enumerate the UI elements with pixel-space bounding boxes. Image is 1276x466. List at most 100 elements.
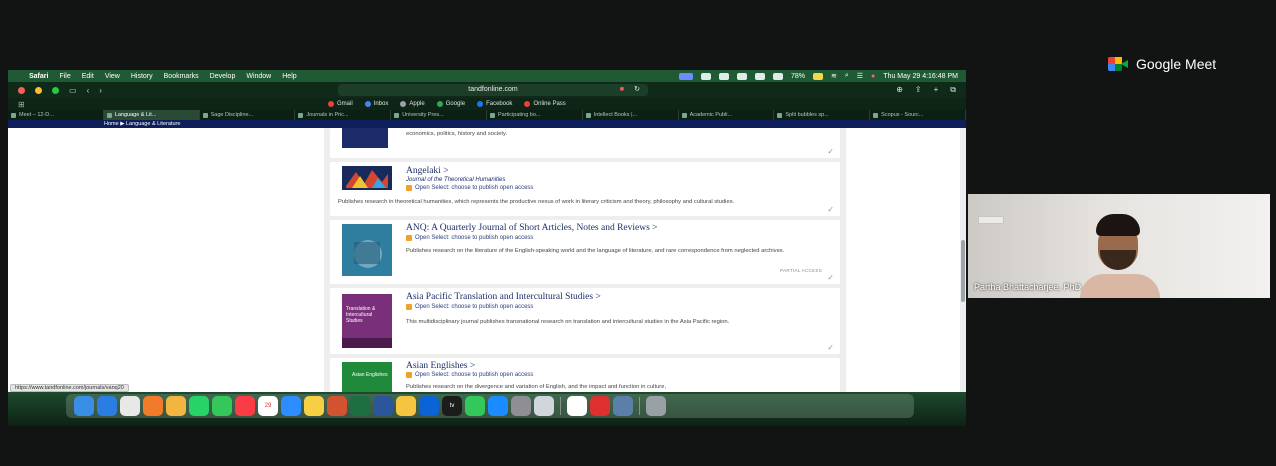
favorite-link[interactable]: Gmail bbox=[328, 101, 353, 107]
appletv-icon[interactable]: tv bbox=[442, 396, 462, 416]
journal-cover[interactable]: Translation & Intercultural Studies bbox=[338, 294, 396, 348]
journal-title-link[interactable]: Asia Pacific Translation and Intercultur… bbox=[406, 292, 601, 302]
control-center-icon[interactable]: ☰ bbox=[857, 72, 863, 80]
grid-icon[interactable]: ⊞ bbox=[18, 100, 25, 109]
journal-cover[interactable] bbox=[338, 224, 396, 276]
browser-tab[interactable]: Language & Lit... bbox=[103, 110, 200, 120]
finder-icon[interactable] bbox=[74, 396, 94, 416]
powerpoint-icon[interactable] bbox=[327, 396, 347, 416]
menu-window[interactable]: Window bbox=[246, 73, 271, 80]
browser-tab[interactable]: Academic Publi... bbox=[679, 110, 775, 120]
breadcrumb[interactable]: Home ▶ Language & Literature bbox=[104, 120, 180, 128]
favorite-link[interactable]: Apple bbox=[400, 101, 425, 107]
outlook-icon[interactable] bbox=[419, 396, 439, 416]
zoom-icon[interactable] bbox=[281, 396, 301, 416]
share-icon[interactable]: ⇪ bbox=[915, 85, 922, 95]
browser-tab[interactable]: Scopus - Sourc... bbox=[870, 110, 966, 120]
journal-title-link[interactable]: Asian Englishes > bbox=[406, 361, 475, 371]
favorite-link[interactable]: Google bbox=[436, 101, 465, 107]
favorite-link[interactable]: Inbox bbox=[364, 101, 388, 107]
journal-card[interactable]: ANQ: A Quarterly Journal of Short Articl… bbox=[330, 220, 840, 284]
siri-icon[interactable]: ● bbox=[871, 73, 875, 80]
journal-cover[interactable] bbox=[338, 166, 396, 190]
privacy-icon[interactable]: ■ bbox=[620, 84, 624, 96]
zoom-window-button[interactable] bbox=[52, 86, 59, 94]
menu-view[interactable]: View bbox=[105, 73, 120, 80]
favorite-link[interactable]: Online Pass bbox=[524, 101, 566, 107]
menu-bookmarks[interactable]: Bookmarks bbox=[164, 73, 199, 80]
reload-icon[interactable]: ↻ bbox=[634, 84, 640, 96]
cloud-icon[interactable] bbox=[700, 72, 711, 80]
bluetooth-icon[interactable] bbox=[772, 72, 783, 80]
menubar-clock[interactable]: Thu May 29 4:16:48 PM bbox=[883, 73, 958, 80]
new-tab-icon[interactable]: + bbox=[934, 85, 939, 95]
menu-edit[interactable]: Edit bbox=[82, 73, 94, 80]
settings-icon[interactable] bbox=[511, 396, 531, 416]
journal-card[interactable]: Translation & Intercultural Studies Asia… bbox=[330, 288, 840, 354]
chrome-icon[interactable] bbox=[120, 396, 140, 416]
favorites-bar: ⊞ Gmail Inbox Apple Google Facebook Online Pa… bbox=[8, 98, 966, 110]
facetime-icon[interactable] bbox=[465, 396, 485, 416]
journal-title-link[interactable]: ANQ: A Quarterly Journal of Short Articl… bbox=[406, 223, 658, 233]
close-window-button[interactable] bbox=[18, 86, 25, 94]
messages-icon[interactable] bbox=[212, 396, 232, 416]
screen-icon[interactable] bbox=[613, 396, 633, 416]
dock-separator bbox=[639, 397, 640, 415]
status-app-icon[interactable] bbox=[678, 72, 693, 80]
menu-history[interactable]: History bbox=[131, 73, 153, 80]
notes-icon[interactable] bbox=[304, 396, 324, 416]
journal-cover[interactable] bbox=[338, 128, 396, 150]
slack-icon[interactable] bbox=[567, 396, 587, 416]
wifi-icon[interactable]: ≋ bbox=[831, 72, 837, 80]
word-icon[interactable] bbox=[373, 396, 393, 416]
acrobat-icon[interactable] bbox=[590, 396, 610, 416]
browser-tab[interactable]: Journals in Pric... bbox=[295, 110, 392, 120]
browser-tab[interactable]: Intellect Books |... bbox=[583, 110, 679, 120]
photos-icon[interactable] bbox=[166, 396, 186, 416]
journal-cover[interactable]: Asian Englishes bbox=[338, 362, 396, 392]
preview-icon[interactable] bbox=[534, 396, 554, 416]
music-icon[interactable] bbox=[235, 396, 255, 416]
whatsapp-icon[interactable] bbox=[189, 396, 209, 416]
files-icon[interactable] bbox=[396, 396, 416, 416]
address-bar[interactable]: tandfonline.com ■ ↻ bbox=[338, 84, 648, 96]
cloud-icon[interactable] bbox=[736, 72, 747, 80]
browser-tab[interactable]: Split bubbles sp... bbox=[774, 110, 871, 120]
browser-tab[interactable]: Sage Discipline... bbox=[200, 110, 296, 120]
trash-icon[interactable] bbox=[646, 396, 666, 416]
spotlight-icon[interactable]: ⌕ bbox=[845, 72, 849, 80]
journal-title-link[interactable]: Angelaki > bbox=[406, 166, 449, 176]
appstore-icon[interactable] bbox=[488, 396, 508, 416]
browser-tab[interactable]: University Pres... bbox=[391, 110, 487, 120]
extension-icon[interactable] bbox=[754, 72, 765, 80]
address-text: tandfonline.com bbox=[468, 86, 518, 93]
menu-develop[interactable]: Develop bbox=[210, 73, 236, 80]
back-icon[interactable]: ‹ bbox=[87, 86, 90, 95]
battery-percent[interactable]: 78% bbox=[791, 73, 805, 80]
google-meet-logo: Google Meet bbox=[1108, 56, 1216, 72]
cloud-icon[interactable] bbox=[718, 72, 729, 80]
browser-tab[interactable]: Meet – 12-D... bbox=[8, 110, 104, 120]
journal-card[interactable]: economics, politics, history and society… bbox=[330, 128, 840, 158]
tab-overview-icon[interactable]: ⧉ bbox=[950, 85, 956, 95]
journal-card[interactable]: Asian Englishes Asian Englishes > Open S… bbox=[330, 358, 840, 392]
page-scrollbar[interactable] bbox=[960, 128, 966, 392]
excel-icon[interactable] bbox=[350, 396, 370, 416]
favorite-link[interactable]: Facebook bbox=[477, 101, 512, 107]
battery-icon[interactable] bbox=[812, 72, 823, 80]
calendar-icon[interactable]: 29 bbox=[258, 396, 278, 416]
menu-app-name[interactable]: Safari bbox=[29, 73, 48, 80]
menu-help[interactable]: Help bbox=[282, 73, 296, 80]
participant-tile[interactable]: Partha Bhattacharjee, PhD bbox=[968, 194, 1270, 298]
journal-card[interactable]: Angelaki > Journal of the Theoretical Hu… bbox=[330, 162, 840, 216]
journal-description: Publishes research on the divergence and… bbox=[406, 384, 667, 390]
safari-icon[interactable] bbox=[97, 396, 117, 416]
menu-file[interactable]: File bbox=[59, 73, 70, 80]
scrollbar-thumb[interactable] bbox=[961, 240, 965, 302]
sidebar-icon[interactable]: ▭ bbox=[69, 86, 77, 95]
firefox-icon[interactable] bbox=[143, 396, 163, 416]
minimize-window-button[interactable] bbox=[35, 86, 42, 94]
forward-icon[interactable]: › bbox=[99, 86, 102, 95]
browser-tab[interactable]: Participating bo... bbox=[487, 110, 583, 120]
download-icon[interactable]: ⊕ bbox=[896, 85, 903, 95]
